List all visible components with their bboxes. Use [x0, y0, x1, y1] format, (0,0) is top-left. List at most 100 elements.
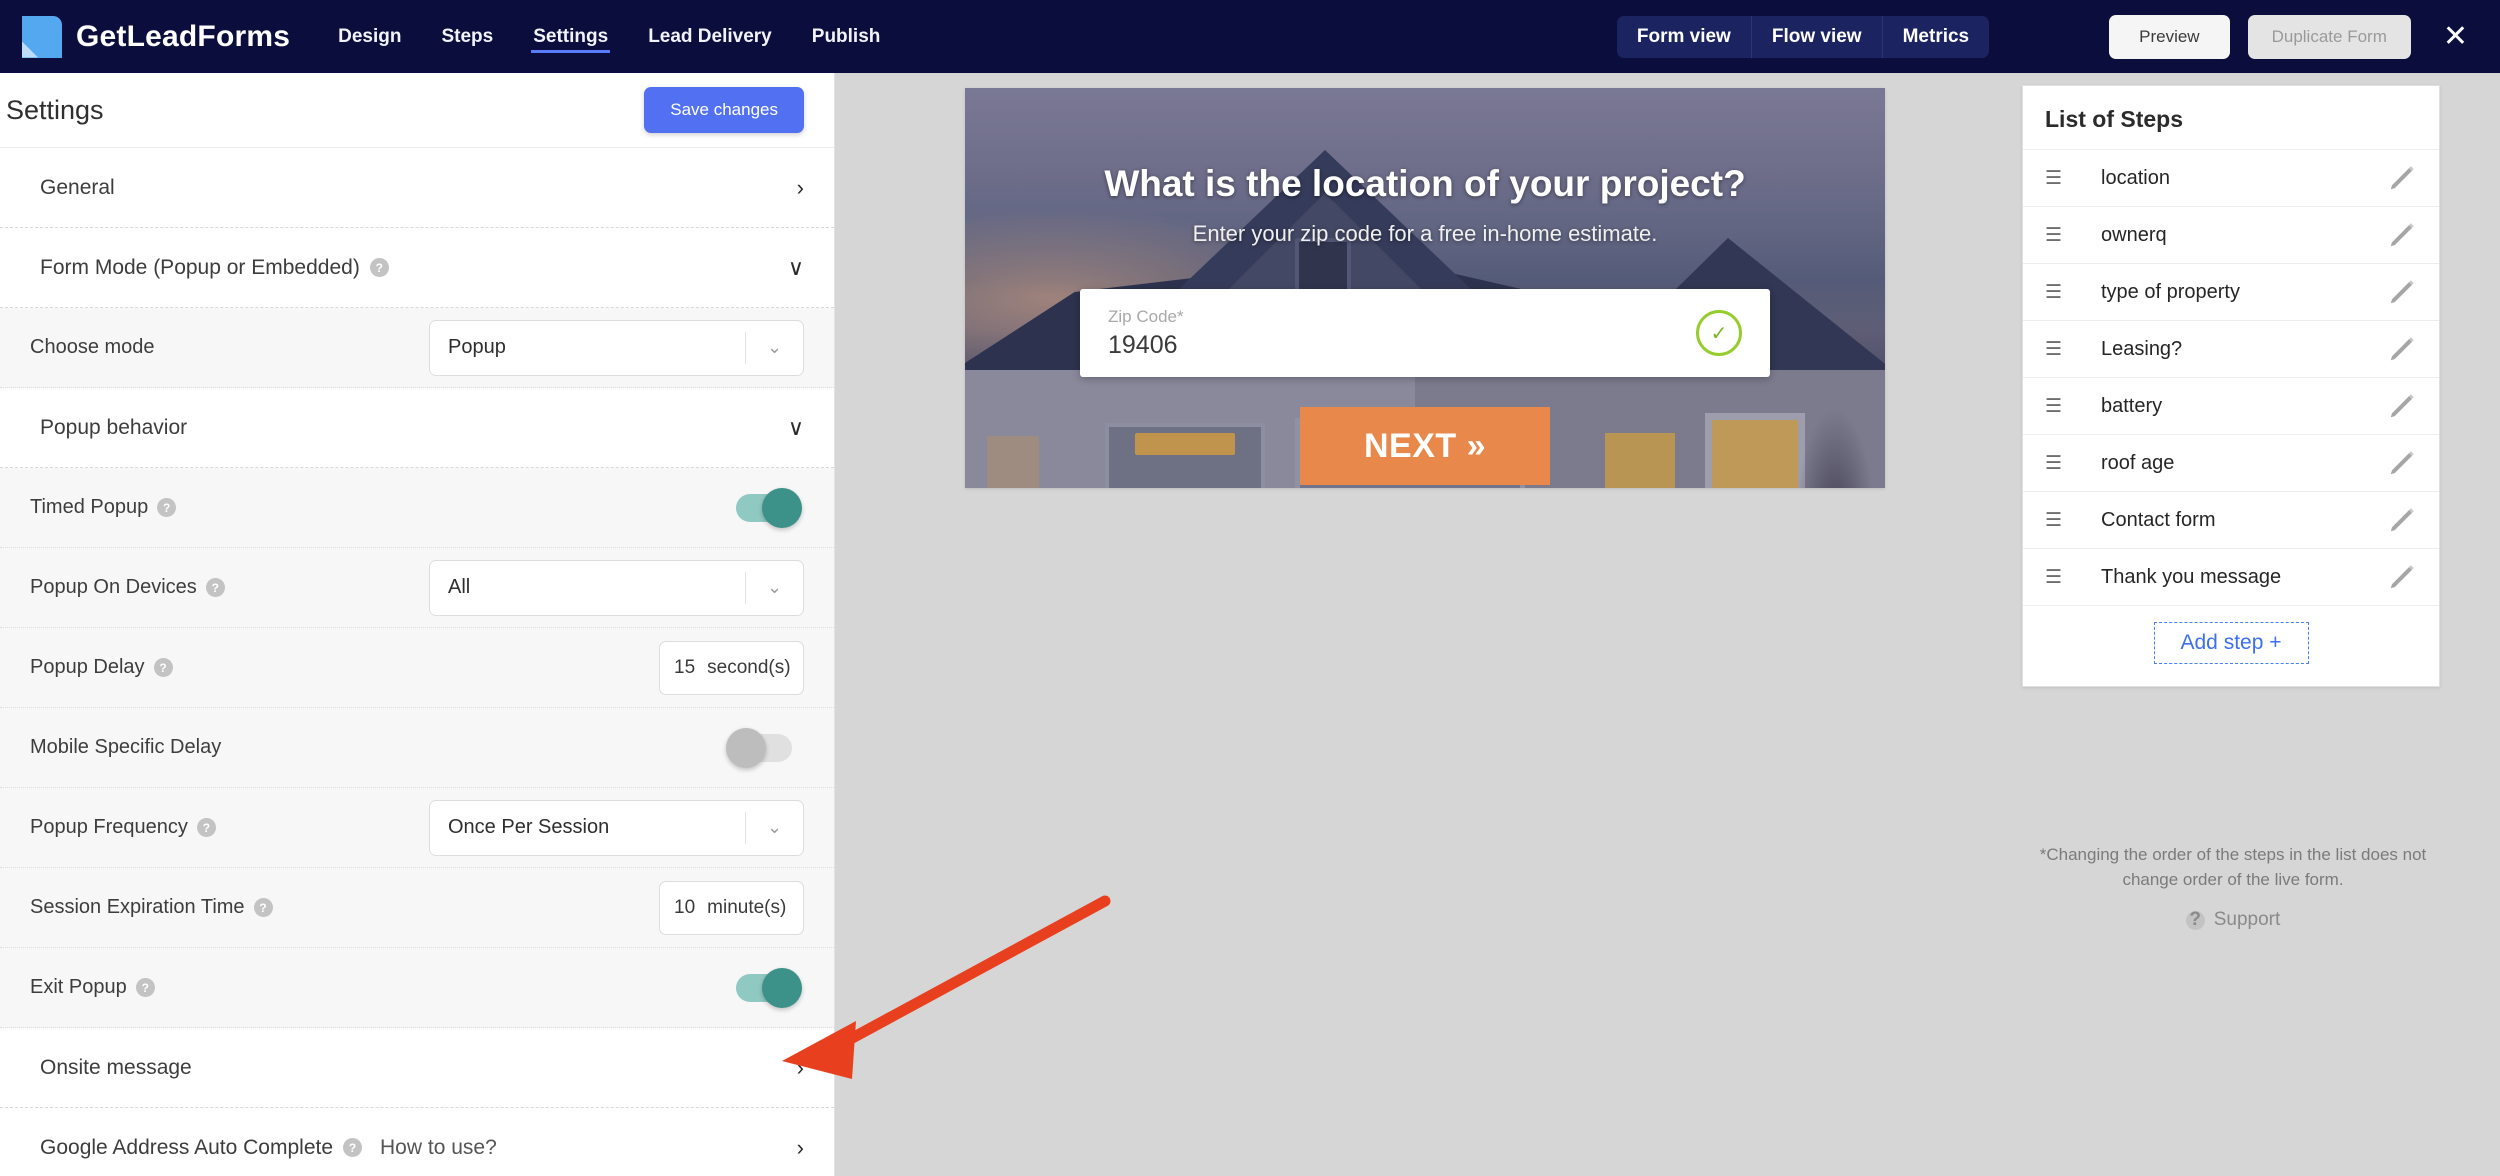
nav-link-steps[interactable]: Steps — [441, 0, 493, 73]
popup-on-devices-text: Popup On Devices — [30, 576, 197, 599]
nav-link-design[interactable]: Design — [338, 0, 401, 73]
help-icon[interactable]: ? — [343, 1138, 362, 1157]
main-nav-links: Design Steps Settings Lead Delivery Publ… — [338, 0, 880, 73]
help-icon[interactable]: ? — [154, 658, 173, 677]
popup-delay-unit: second(s) — [707, 657, 790, 679]
step-label: roof age — [2071, 452, 2387, 475]
preview-button[interactable]: Preview — [2109, 15, 2229, 59]
exit-popup-label: Exit Popup ? — [30, 976, 155, 999]
edit-pencil-icon[interactable] — [2387, 277, 2417, 307]
edit-pencil-icon[interactable] — [2387, 448, 2417, 478]
step-label: type of property — [2071, 281, 2387, 304]
help-icon[interactable]: ? — [197, 818, 216, 837]
row-choose-mode: Choose mode Popup ⌄ — [0, 308, 834, 388]
help-icon[interactable]: ? — [254, 898, 273, 917]
popup-delay-input[interactable]: 15 second(s) — [659, 641, 804, 695]
row-mobile-specific-delay: Mobile Specific Delay — [0, 708, 834, 788]
zip-code-field[interactable]: Zip Code* 19406 ✓ — [1080, 289, 1770, 377]
step-label: location — [2071, 167, 2387, 190]
section-form-mode[interactable]: Form Mode (Popup or Embedded) ? ∨ — [0, 228, 834, 308]
popup-frequency-label: Popup Frequency ? — [30, 816, 216, 839]
document-fold-logo-icon — [22, 16, 62, 58]
edit-pencil-icon[interactable] — [2387, 334, 2417, 364]
help-icon[interactable]: ? — [206, 578, 225, 597]
toggle-knob — [762, 488, 802, 528]
popup-on-devices-select[interactable]: All ⌄ — [429, 560, 804, 616]
step-item-location[interactable]: ☰ location — [2023, 149, 2439, 206]
preview-content: What is the location of your project? En… — [965, 88, 1885, 488]
step-item-roof-age[interactable]: ☰ roof age — [2023, 434, 2439, 491]
add-step-button[interactable]: Add step + — [2154, 622, 2309, 664]
popup-frequency-select[interactable]: Once Per Session ⌄ — [429, 800, 804, 856]
drag-handle-icon[interactable]: ☰ — [2045, 568, 2071, 587]
list-of-steps-panel: List of Steps ☰ location ☰ ownerq ☰ type… — [2022, 85, 2440, 687]
timed-popup-toggle[interactable] — [736, 494, 792, 522]
help-icon[interactable]: ? — [370, 258, 389, 277]
next-button[interactable]: NEXT » — [1300, 407, 1550, 485]
tab-metrics[interactable]: Metrics — [1883, 16, 1990, 58]
how-to-use-link[interactable]: How to use? — [380, 1136, 497, 1160]
popup-on-devices-value: All — [448, 576, 470, 599]
drag-handle-icon[interactable]: ☰ — [2045, 169, 2071, 188]
zip-code-label: Zip Code* — [1108, 307, 1184, 327]
exit-popup-toggle[interactable] — [736, 974, 792, 1002]
section-general-label: General — [40, 176, 115, 200]
step-item-leasing[interactable]: ☰ Leasing? — [2023, 320, 2439, 377]
settings-sidebar: Settings Save changes General › Form Mod… — [0, 73, 835, 1176]
close-icon[interactable]: ✕ — [2429, 22, 2482, 52]
chevron-down-icon: ⌄ — [745, 572, 803, 604]
drag-handle-icon[interactable]: ☰ — [2045, 454, 2071, 473]
section-form-mode-text: Form Mode (Popup or Embedded) — [40, 256, 360, 280]
step-item-type-of-property[interactable]: ☰ type of property — [2023, 263, 2439, 320]
brand-logo[interactable]: GetLeadForms — [0, 16, 290, 58]
choose-mode-select[interactable]: Popup ⌄ — [429, 320, 804, 376]
section-google-address-autocomplete[interactable]: Google Address Auto Complete ? How to us… — [0, 1108, 834, 1176]
section-onsite-message[interactable]: Onsite message › — [0, 1028, 834, 1108]
help-icon[interactable]: ? — [157, 498, 176, 517]
add-step-container: Add step + — [2023, 605, 2439, 686]
brand-name: GetLeadForms — [76, 20, 290, 54]
mobile-specific-delay-toggle[interactable] — [736, 734, 792, 762]
help-icon[interactable]: ? — [136, 978, 155, 997]
edit-pencil-icon[interactable] — [2387, 391, 2417, 421]
view-mode-segmented-control: Form view Flow view Metrics — [1617, 16, 1989, 58]
support-link[interactable]: ? Support — [2018, 906, 2448, 934]
drag-handle-icon[interactable]: ☰ — [2045, 397, 2071, 416]
save-changes-button[interactable]: Save changes — [644, 87, 804, 133]
drag-handle-icon[interactable]: ☰ — [2045, 226, 2071, 245]
step-item-battery[interactable]: ☰ battery — [2023, 377, 2439, 434]
tab-flow-view[interactable]: Flow view — [1752, 16, 1883, 58]
duplicate-form-button[interactable]: Duplicate Form — [2248, 15, 2411, 59]
choose-mode-label: Choose mode — [30, 336, 155, 359]
edit-pencil-icon[interactable] — [2387, 505, 2417, 535]
drag-handle-icon[interactable]: ☰ — [2045, 283, 2071, 302]
session-expiration-input[interactable]: 10 minute(s) — [659, 881, 804, 935]
nav-link-settings[interactable]: Settings — [533, 0, 608, 73]
row-session-expiration-time: Session Expiration Time ? 10 minute(s) — [0, 868, 834, 948]
mobile-specific-delay-label: Mobile Specific Delay — [30, 736, 221, 759]
step-label: battery — [2071, 395, 2387, 418]
help-icon: ? — [2186, 911, 2205, 930]
steps-panel-title: List of Steps — [2023, 86, 2439, 149]
nav-link-publish[interactable]: Publish — [812, 0, 881, 73]
drag-handle-icon[interactable]: ☰ — [2045, 511, 2071, 530]
session-expiration-text: Session Expiration Time — [30, 896, 245, 919]
popup-frequency-value: Once Per Session — [448, 816, 609, 839]
step-item-thank-you-message[interactable]: ☰ Thank you message — [2023, 548, 2439, 605]
section-general[interactable]: General › — [0, 148, 834, 228]
popup-on-devices-label: Popup On Devices ? — [30, 576, 225, 599]
edit-pencil-icon[interactable] — [2387, 220, 2417, 250]
sidebar-header: Settings Save changes — [0, 73, 834, 148]
session-expiration-unit: minute(s) — [707, 897, 786, 919]
section-google-address-text: Google Address Auto Complete — [40, 1136, 333, 1160]
toggle-knob — [762, 968, 802, 1008]
drag-handle-icon[interactable]: ☰ — [2045, 340, 2071, 359]
tab-form-view[interactable]: Form view — [1617, 16, 1752, 58]
section-popup-behavior[interactable]: Popup behavior ∨ — [0, 388, 834, 468]
nav-link-lead-delivery[interactable]: Lead Delivery — [648, 0, 772, 73]
step-item-contact-form[interactable]: ☰ Contact form — [2023, 491, 2439, 548]
edit-pencil-icon[interactable] — [2387, 163, 2417, 193]
step-label: ownerq — [2071, 224, 2387, 247]
step-item-ownerq[interactable]: ☰ ownerq — [2023, 206, 2439, 263]
edit-pencil-icon[interactable] — [2387, 562, 2417, 592]
